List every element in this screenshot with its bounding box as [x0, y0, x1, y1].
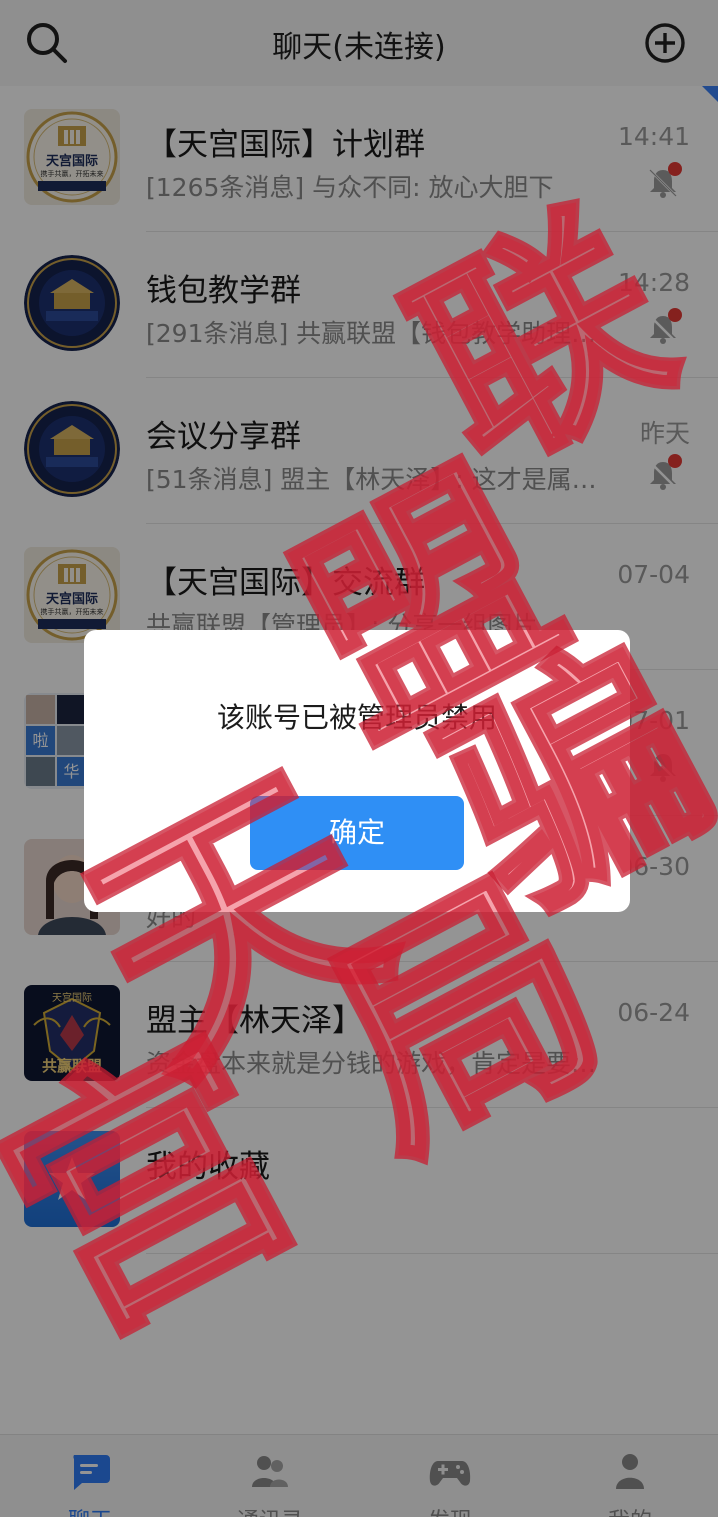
account-disabled-dialog: 该账号已被管理员禁用 确定 — [84, 630, 630, 912]
confirm-button[interactable]: 确定 — [250, 796, 464, 870]
chat-app: 聊天(未连接) 天宫国际 携手共赢，开拓未来 【天宫国际】计划群 [1265条消… — [0, 0, 718, 1517]
dialog-message: 该账号已被管理员禁用 — [216, 701, 497, 734]
